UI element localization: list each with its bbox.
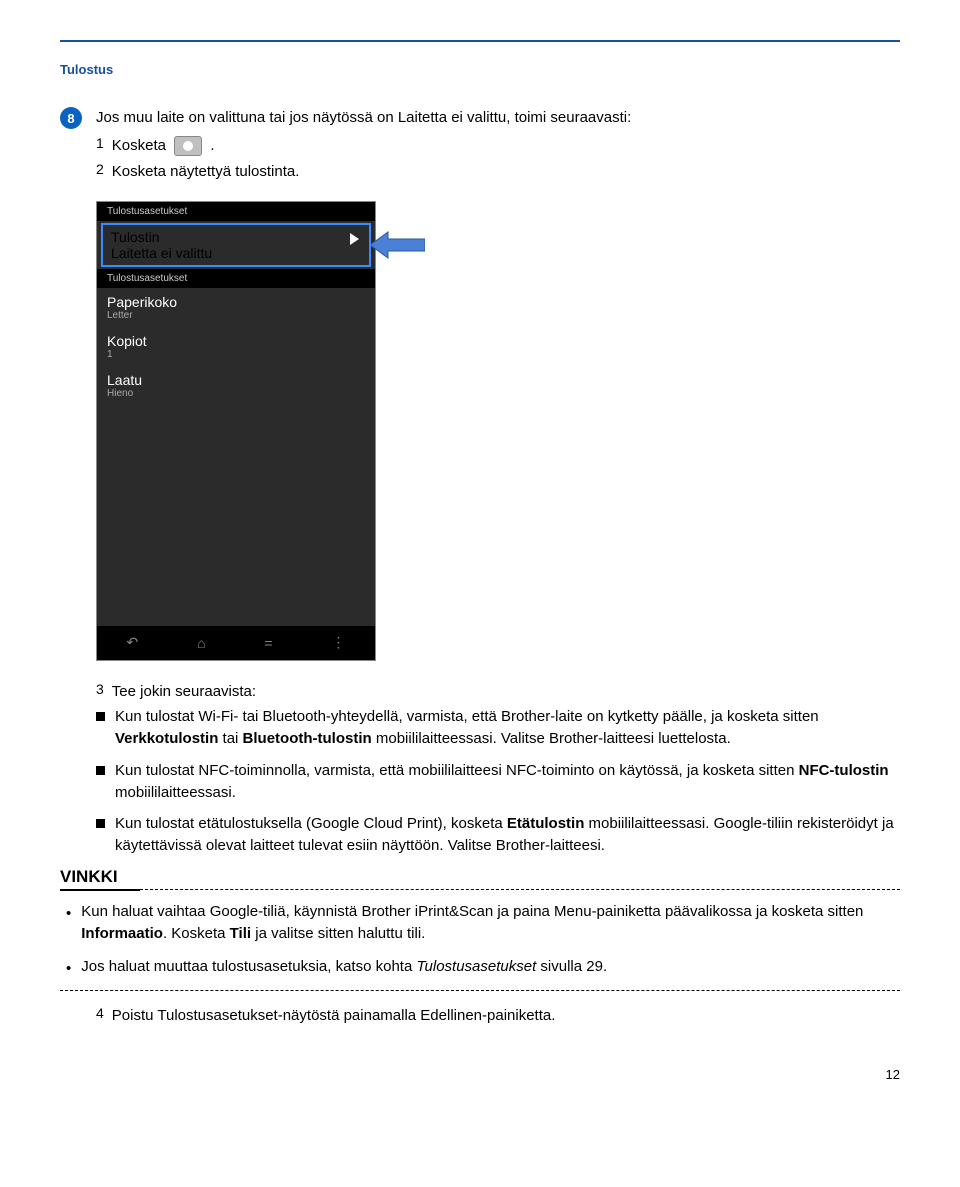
note-block: VINKKI • Kun haluat vaihtaa Google-tiliä… <box>60 867 900 992</box>
note-rule <box>60 889 900 891</box>
note-label: VINKKI <box>60 867 900 887</box>
note-bottom-rule <box>60 990 900 991</box>
substep-text: Kosketa . <box>112 135 215 157</box>
substep-text: Kosketa näytettyä tulostinta. <box>112 161 300 183</box>
nav-menu-icon[interactable]: ⋮ <box>332 634 346 651</box>
chapter-title: Tulostus <box>60 62 900 77</box>
phone-navbar: ↶ ⌂ = ⋮ <box>97 626 375 660</box>
phone-header: Tulostusasetukset <box>97 202 375 221</box>
phone-quality-value: Hieno <box>107 388 365 399</box>
phone-paper-row[interactable]: Paperikoko Letter <box>97 288 375 327</box>
step-8: 8 Jos muu laite on valittuna tai jos näy… <box>60 107 900 129</box>
note-item-google-account: • Kun haluat vaihtaa Google-tiliä, käynn… <box>66 901 900 946</box>
phone-screenshot: Tulostusasetukset Tulostin Laitetta ei v… <box>96 201 376 661</box>
bullet-dot-icon: • <box>66 903 71 946</box>
step-8-sub2: 2 Kosketa näytettyä tulostinta. <box>96 161 900 183</box>
phone-quality-label: Laatu <box>107 372 365 388</box>
phone-quality-row[interactable]: Laatu Hieno <box>97 366 375 405</box>
settings-gear-icon <box>174 136 202 156</box>
phone-printer-label: Tulostin <box>111 229 361 245</box>
nav-recent-icon[interactable]: = <box>264 635 272 651</box>
step-3-text: Tee jokin seuraavista: <box>112 681 256 703</box>
phone-header2: Tulostusasetukset <box>97 269 375 288</box>
play-icon <box>350 233 359 245</box>
substep-num: 1 <box>96 135 104 157</box>
substep-num: 2 <box>96 161 104 183</box>
step-8-text: Jos muu laite on valittuna tai jos näytö… <box>96 107 631 129</box>
step-4-text: Poistu Tulostusasetukset-näytöstä painam… <box>112 1005 556 1027</box>
substep-num: 3 <box>96 681 104 703</box>
note-item-print-settings: • Jos haluat muuttaa tulostusasetuksia, … <box>66 956 900 981</box>
callout-arrow-icon <box>370 228 425 262</box>
option-nfc: Kun tulostat NFC-toiminnolla, varmista, … <box>96 760 900 804</box>
bullet-square-icon <box>96 819 105 828</box>
header-rule <box>60 40 900 42</box>
phone-paper-value: Letter <box>107 310 365 321</box>
bullet-square-icon <box>96 712 105 721</box>
phone-copies-row[interactable]: Kopiot 1 <box>97 327 375 366</box>
bullet-square-icon <box>96 766 105 775</box>
step-8-sub1: 1 Kosketa . <box>96 135 900 157</box>
option-wifi-bluetooth: Kun tulostat Wi-Fi- tai Bluetooth-yhteyd… <box>96 706 900 750</box>
option-cloud-print: Kun tulostat etätulostuksella (Google Cl… <box>96 813 900 857</box>
page-number: 12 <box>60 1067 900 1082</box>
phone-paper-label: Paperikoko <box>107 294 365 310</box>
bullet-dot-icon: • <box>66 958 71 981</box>
nav-home-icon[interactable]: ⌂ <box>197 635 205 651</box>
nav-back-icon[interactable]: ↶ <box>126 634 138 651</box>
substep-num: 4 <box>96 1005 104 1027</box>
phone-copies-value: 1 <box>107 349 365 360</box>
step-4: 4 Poistu Tulostusasetukset-näytöstä pain… <box>96 1005 900 1027</box>
phone-printer-row[interactable]: Tulostin Laitetta ei valittu <box>101 223 371 267</box>
step-3-options: Kun tulostat Wi-Fi- tai Bluetooth-yhteyd… <box>96 706 900 857</box>
step-number-8: 8 <box>60 107 82 129</box>
phone-copies-label: Kopiot <box>107 333 365 349</box>
step-3-header: 3 Tee jokin seuraavista: <box>96 681 900 703</box>
phone-printer-value: Laitetta ei valittu <box>111 245 361 261</box>
